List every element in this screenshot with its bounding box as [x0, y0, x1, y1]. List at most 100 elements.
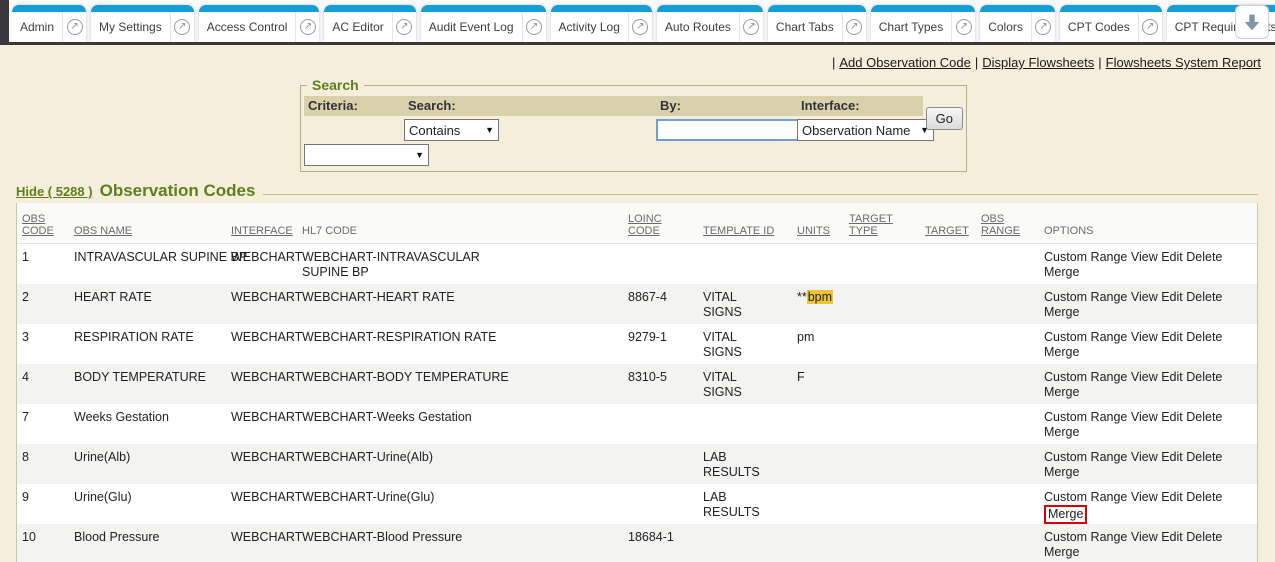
tab-label[interactable]: CPT Codes [1060, 12, 1138, 42]
option-link-edit[interactable]: Edit [1161, 410, 1183, 424]
option-link-view[interactable]: View [1131, 490, 1158, 504]
open-in-new-icon[interactable]: ↗ [295, 12, 319, 42]
hide-link[interactable]: Hide ( 5288 ) [16, 184, 93, 199]
open-in-new-icon[interactable]: ↗ [842, 12, 866, 42]
option-link-custom-range[interactable]: Custom Range [1044, 290, 1127, 304]
open-in-new-icon[interactable]: ↗ [392, 12, 416, 42]
col-header-label[interactable]: OBS NAME [74, 225, 132, 237]
option-link-merge[interactable]: Merge [1044, 545, 1079, 559]
open-in-new-icon[interactable]: ↗ [1031, 12, 1055, 42]
tab-label[interactable]: Chart Types [871, 12, 951, 42]
option-link-edit[interactable]: Edit [1161, 250, 1183, 264]
option-link-custom-range[interactable]: Custom Range [1044, 330, 1127, 344]
col-header-label[interactable]: OBS CODE [22, 213, 54, 237]
tab-activity-log[interactable]: Activity Log↗ [551, 5, 652, 42]
option-link-edit[interactable]: Edit [1161, 450, 1183, 464]
col-header-units[interactable]: UNITS [792, 203, 844, 244]
option-link-delete[interactable]: Delete [1186, 450, 1222, 464]
option-link-merge[interactable]: Merge [1044, 425, 1079, 439]
col-header-loinc-code[interactable]: LOINC CODE [623, 203, 698, 244]
option-link-view[interactable]: View [1131, 410, 1158, 424]
tab-label[interactable]: My Settings [91, 12, 170, 42]
col-header-obs-name[interactable]: OBS NAME [69, 203, 226, 244]
link-add-observation-code[interactable]: Add Observation Code [839, 55, 971, 70]
tab-label[interactable]: Auto Routes [657, 12, 739, 42]
col-header-target[interactable]: TARGET [920, 203, 976, 244]
open-in-new-icon[interactable]: ↗ [170, 12, 194, 42]
option-link-merge[interactable]: Merge [1044, 265, 1079, 279]
option-link-view[interactable]: View [1131, 330, 1158, 344]
option-link-custom-range[interactable]: Custom Range [1044, 370, 1127, 384]
col-header-interface[interactable]: INTERFACE [226, 203, 297, 244]
option-link-delete[interactable]: Delete [1186, 410, 1222, 424]
tab-ac-editor[interactable]: AC Editor↗ [324, 5, 415, 42]
option-link-merge[interactable]: Merge [1044, 465, 1079, 479]
option-link-custom-range[interactable]: Custom Range [1044, 250, 1127, 264]
open-in-new-icon[interactable]: ↗ [522, 12, 546, 42]
option-link-view[interactable]: View [1131, 450, 1158, 464]
col-header-label[interactable]: UNITS [797, 225, 830, 237]
tab-label[interactable]: Access Control [199, 12, 296, 42]
option-link-merge[interactable]: Merge [1044, 385, 1079, 399]
option-link-edit[interactable]: Edit [1161, 530, 1183, 544]
open-in-new-icon[interactable]: ↗ [1138, 12, 1162, 42]
option-link-delete[interactable]: Delete [1186, 250, 1222, 264]
tab-label[interactable]: Chart Tabs [768, 12, 842, 42]
option-link-custom-range[interactable]: Custom Range [1044, 450, 1127, 464]
tab-colors[interactable]: Colors↗ [980, 5, 1055, 42]
col-header-obs-range[interactable]: OBS RANGE [976, 203, 1039, 244]
col-header-obs-code[interactable]: OBS CODE [17, 203, 69, 244]
open-in-new-icon[interactable]: ↗ [951, 12, 975, 42]
option-link-view[interactable]: View [1131, 250, 1158, 264]
tab-label[interactable]: AC Editor [324, 12, 391, 42]
col-header-label[interactable]: TARGET TYPE [849, 213, 893, 237]
go-button[interactable]: Go [926, 107, 963, 130]
open-in-new-icon[interactable]: ↗ [628, 12, 652, 42]
option-link-view[interactable]: View [1131, 530, 1158, 544]
col-header-label[interactable]: TEMPLATE ID [703, 225, 774, 237]
option-link-custom-range[interactable]: Custom Range [1044, 530, 1127, 544]
option-link-merge[interactable]: Merge [1044, 345, 1079, 359]
option-link-custom-range[interactable]: Custom Range [1044, 490, 1127, 504]
tab-chart-types[interactable]: Chart Types↗ [871, 5, 975, 42]
option-link-delete[interactable]: Delete [1186, 290, 1222, 304]
tab-chart-tabs[interactable]: Chart Tabs↗ [768, 5, 866, 42]
link-display-flowsheets[interactable]: Display Flowsheets [982, 55, 1094, 70]
tab-cpt-codes[interactable]: CPT Codes↗ [1060, 5, 1162, 42]
tab-scroll-down-button[interactable] [1235, 5, 1269, 39]
tab-admin[interactable]: Admin↗ [12, 5, 86, 42]
option-link-merge[interactable]: Merge [1044, 505, 1087, 524]
col-header-label[interactable]: TARGET [925, 225, 969, 237]
option-link-custom-range[interactable]: Custom Range [1044, 410, 1127, 424]
option-link-edit[interactable]: Edit [1161, 290, 1183, 304]
open-in-new-icon[interactable]: ↗ [739, 12, 763, 42]
option-link-edit[interactable]: Edit [1161, 370, 1183, 384]
option-link-merge[interactable]: Merge [1044, 305, 1079, 319]
by-select[interactable]: Observation Name ▼ [797, 119, 934, 141]
option-link-delete[interactable]: Delete [1186, 330, 1222, 344]
interface-select[interactable]: ▼ [304, 144, 429, 166]
tab-label[interactable]: Audit Event Log [421, 12, 522, 42]
criteria-select[interactable]: Contains ▼ [404, 119, 499, 141]
col-header-label[interactable]: OBS RANGE [981, 213, 1020, 237]
tab-label[interactable]: Colors [980, 12, 1031, 42]
tab-access-control[interactable]: Access Control↗ [199, 5, 320, 42]
open-in-new-icon[interactable]: ↗ [62, 12, 86, 42]
link-flowsheets-system-report[interactable]: Flowsheets System Report [1106, 55, 1261, 70]
option-link-delete[interactable]: Delete [1186, 370, 1222, 384]
option-link-view[interactable]: View [1131, 290, 1158, 304]
option-link-view[interactable]: View [1131, 370, 1158, 384]
option-link-delete[interactable]: Delete [1186, 530, 1222, 544]
col-header-label[interactable]: LOINC CODE [628, 213, 662, 237]
tab-label[interactable]: Activity Log [551, 12, 628, 42]
col-header-target-type[interactable]: TARGET TYPE [844, 203, 920, 244]
col-header-template-id[interactable]: TEMPLATE ID [698, 203, 792, 244]
option-link-delete[interactable]: Delete [1186, 490, 1222, 504]
option-link-edit[interactable]: Edit [1161, 490, 1183, 504]
tab-auto-routes[interactable]: Auto Routes↗ [657, 5, 763, 42]
tab-label[interactable]: Admin [12, 12, 62, 42]
tab-my-settings[interactable]: My Settings↗ [91, 5, 194, 42]
tab-audit-event-log[interactable]: Audit Event Log↗ [421, 5, 546, 42]
option-link-edit[interactable]: Edit [1161, 330, 1183, 344]
col-header-label[interactable]: INTERFACE [231, 225, 293, 237]
